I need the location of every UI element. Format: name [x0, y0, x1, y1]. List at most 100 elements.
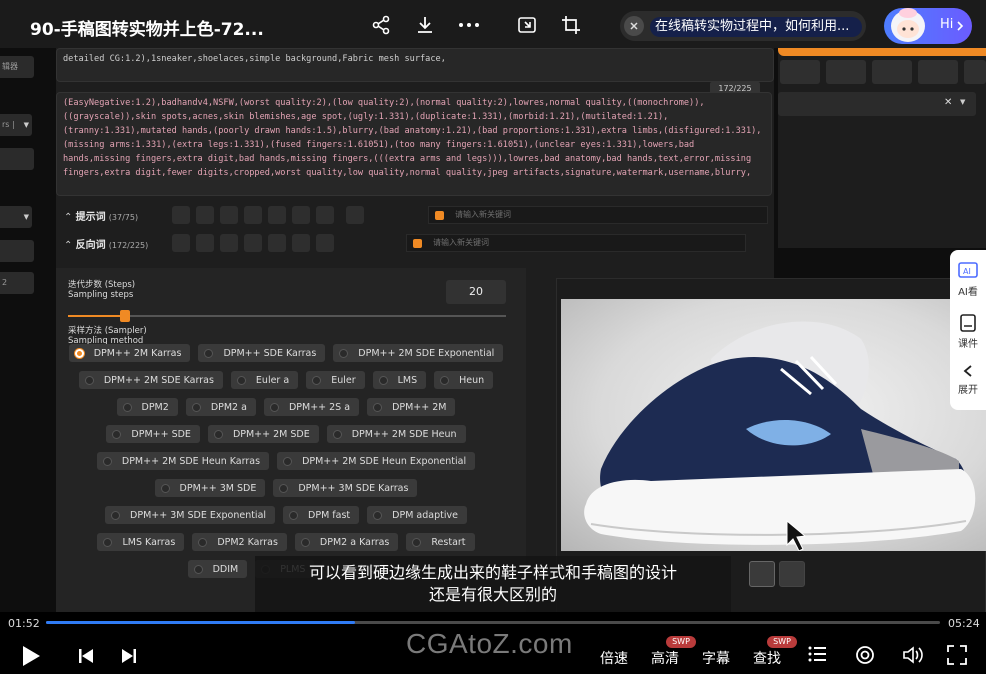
radio-button[interactable]	[191, 402, 201, 412]
radio-button[interactable]	[103, 537, 113, 547]
bookmark-icon[interactable]	[244, 234, 262, 252]
radio-button[interactable]	[269, 402, 279, 412]
sidebar-dropdown[interactable]: ▼	[0, 206, 32, 228]
sidebar-item[interactable]: 辑器	[0, 56, 34, 78]
ai-question-text[interactable]: 在线稿转实物过程中，如何利用...	[650, 17, 862, 37]
trash-icon[interactable]	[316, 234, 334, 252]
sampler-option[interactable]: Euler a	[230, 371, 299, 389]
sampler-option[interactable]: LMS	[372, 371, 427, 389]
share-icon[interactable]	[366, 10, 396, 40]
radio-button[interactable]	[300, 537, 310, 547]
sampler-option[interactable]: DPM++ 2S a	[263, 398, 360, 416]
negative-row-label[interactable]: ⌃ 反向词 (172/225)	[64, 236, 148, 251]
radio-button[interactable]	[373, 402, 383, 412]
enable-checkbox[interactable]	[413, 239, 422, 248]
openai-icon[interactable]	[346, 206, 364, 224]
duplicate-icon[interactable]	[292, 234, 310, 252]
trash-button[interactable]	[872, 60, 912, 84]
sampler-option[interactable]: Heun	[434, 371, 494, 389]
picture-in-picture-icon[interactable]	[512, 10, 542, 40]
expand-button[interactable]: 展开	[950, 364, 986, 396]
sampler-option[interactable]: Euler	[306, 371, 365, 389]
download-icon[interactable]	[410, 10, 440, 40]
sampler-option[interactable]: DPM adaptive	[367, 506, 467, 524]
subtitles-button[interactable]: 字幕	[702, 648, 730, 668]
search-button[interactable]: 查找	[753, 648, 781, 668]
close-icon[interactable]	[624, 16, 644, 36]
play-button[interactable]	[20, 644, 42, 668]
sampler-option[interactable]: DPM++ 3M SDE	[154, 479, 266, 497]
fullscreen-button[interactable]	[947, 645, 967, 665]
danmaku-button[interactable]	[855, 645, 875, 665]
sampler-option[interactable]: DPM++ 2M SDE Heun	[326, 425, 466, 443]
sampler-option[interactable]: DPM++ 2M SDE Heun Karras	[96, 452, 270, 470]
prompt-row-label[interactable]: ⌃ 提示词 (37/75)	[64, 208, 138, 223]
settings-icon[interactable]	[196, 234, 214, 252]
radio-button[interactable]	[102, 456, 112, 466]
radio-button[interactable]	[204, 348, 214, 358]
style-select[interactable]: ✕ ▼	[778, 92, 976, 116]
globe-icon[interactable]	[172, 234, 190, 252]
sampler-option[interactable]: DDIM	[187, 560, 248, 578]
bookmark-icon[interactable]	[244, 206, 262, 224]
sampler-option[interactable]: DPM++ 2M SDE Heun Exponential	[277, 452, 476, 470]
sampler-option[interactable]: DPM++ 2M	[367, 398, 456, 416]
radio-button[interactable]	[160, 483, 170, 493]
crop-screenshot-icon[interactable]	[556, 10, 586, 40]
read-params-button[interactable]	[780, 60, 820, 84]
generate-button[interactable]	[778, 48, 986, 56]
radio-button[interactable]	[332, 429, 342, 439]
radio-button[interactable]	[378, 375, 388, 385]
generated-sneaker-image[interactable]	[561, 299, 986, 551]
sampler-option[interactable]: DPM++ 3M SDE Exponential	[105, 506, 276, 524]
radio-button[interactable]	[193, 564, 203, 574]
radio-button[interactable]	[213, 429, 223, 439]
ai-watch-button[interactable]: AI AI看	[950, 262, 986, 298]
progress-bar[interactable]	[46, 621, 940, 624]
radio-button[interactable]	[112, 429, 122, 439]
sidebar-item[interactable]: 2	[0, 272, 34, 294]
copy-icon[interactable]	[220, 206, 238, 224]
prompt-keyword-input[interactable]: 请输入新关键词	[428, 206, 768, 224]
ai-assistant-button[interactable]: Hi	[884, 8, 972, 44]
trash-icon[interactable]	[316, 206, 334, 224]
radio-button[interactable]	[283, 456, 293, 466]
clipboard-button[interactable]	[918, 60, 958, 84]
quality-button[interactable]: 高清	[651, 648, 679, 668]
sampler-option[interactable]: DPM++ 2M Karras	[68, 344, 191, 362]
sampler-option[interactable]: DPM++ 2M SDE Exponential	[333, 344, 504, 362]
next-button[interactable]	[121, 648, 137, 664]
volume-button[interactable]	[902, 645, 924, 665]
clear-icon[interactable]: ✕	[944, 97, 952, 108]
sampler-option[interactable]: DPM2 a Karras	[294, 533, 399, 551]
radio-button[interactable]	[279, 483, 289, 493]
sampler-option[interactable]: LMS Karras	[97, 533, 185, 551]
globe-icon[interactable]	[172, 206, 190, 224]
radio-button[interactable]	[111, 510, 121, 520]
previous-button[interactable]	[78, 648, 94, 664]
sampler-option[interactable]: DPM2 a	[185, 398, 256, 416]
sidebar-dropdown[interactable]: rs | ▼	[0, 114, 32, 136]
ai-question-pill[interactable]: 在线稿转实物过程中，如何利用...	[620, 11, 866, 41]
radio-button[interactable]	[74, 348, 84, 358]
sidebar-item[interactable]	[0, 148, 34, 170]
radio-button[interactable]	[122, 402, 132, 412]
settings-icon[interactable]	[196, 206, 214, 224]
steps-slider[interactable]	[68, 310, 506, 322]
duplicate-icon[interactable]	[292, 206, 310, 224]
negative-keyword-input[interactable]: 请输入新关键词	[406, 234, 746, 252]
paste-button[interactable]	[826, 60, 866, 84]
sampler-option[interactable]: DPM2 Karras	[192, 533, 287, 551]
sampler-option[interactable]: DPM++ 3M SDE Karras	[273, 479, 418, 497]
radio-button[interactable]	[289, 510, 299, 520]
more-icon[interactable]	[454, 10, 484, 40]
positive-prompt-textarea[interactable]: detailed CG:1.2),1sneaker,shoelaces,simp…	[56, 48, 774, 82]
sampler-option[interactable]: DPM fast	[283, 506, 360, 524]
sampler-option[interactable]: DPM++ 2M SDE Karras	[78, 371, 223, 389]
playlist-button[interactable]	[808, 646, 826, 662]
speed-button[interactable]: 倍速	[600, 648, 628, 668]
copy-icon[interactable]	[220, 234, 238, 252]
gallery-thumbnail[interactable]	[779, 561, 805, 587]
gallery-thumbnail-selected[interactable]	[749, 561, 775, 587]
steps-slider-thumb[interactable]	[119, 310, 130, 322]
